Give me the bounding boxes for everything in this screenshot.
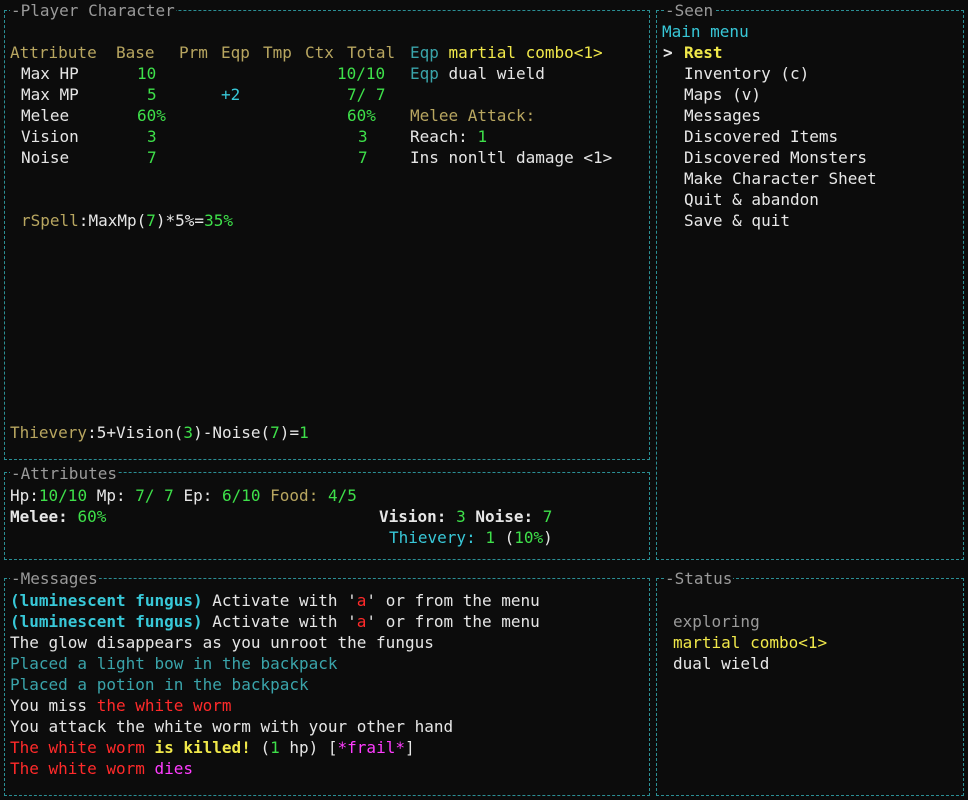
row-name: Melee (21, 106, 70, 125)
row-total: 10/10 (337, 64, 386, 83)
equip-line: Eqp dual wield (410, 64, 545, 83)
row-name: Max MP (21, 85, 79, 104)
header-ctx: Ctx (305, 43, 334, 62)
header-eqp: Eqp (221, 43, 250, 62)
row-base: 5 (147, 85, 157, 104)
message-line: You miss the white worm (10, 696, 232, 715)
player-character-panel (4, 10, 650, 460)
row-name: Max HP (21, 64, 79, 83)
status-title: -Status (664, 568, 734, 589)
message-line: The white worm is killed! (1 hp) [*frail… (10, 738, 415, 757)
damage-line: Ins nonltl damage <1> (410, 148, 613, 167)
message-line: The white worm dies (10, 759, 194, 778)
player-character-title: -Player Character (10, 0, 176, 21)
seen-title: -Seen (664, 0, 715, 21)
status-martial-combo: martial combo<1> (673, 633, 828, 652)
messages-title: -Messages (10, 568, 99, 589)
menu-cursor-icon: > (663, 43, 673, 62)
message-line: (luminescent fungus) Activate with 'a' o… (10, 591, 540, 610)
attributes-title: -Attributes (10, 463, 118, 484)
row-name: Noise (21, 148, 70, 167)
menu-item-character-sheet[interactable]: Make Character Sheet (684, 168, 877, 189)
row-base: 60% (137, 106, 166, 125)
message-line: You attack the white worm with your othe… (10, 717, 454, 736)
vitals-line: Hp:10/10 Mp: 7/ 7 Ep: 6/10 Food: 4/5 (10, 486, 357, 505)
row-total: 3 (358, 127, 368, 146)
row-base: 3 (147, 127, 157, 146)
main-menu-title: Main menu (662, 22, 749, 41)
status-exploring: exploring (673, 612, 760, 631)
menu-item-messages[interactable]: Messages (684, 105, 761, 126)
row-name: Vision (21, 127, 79, 146)
header-total: Total (347, 43, 396, 62)
row-total: 7 (358, 148, 368, 167)
equip-line: Eqp martial combo<1> (410, 43, 603, 62)
header-attribute: Attribute (10, 43, 97, 62)
melee-line: Melee: 60% (10, 507, 107, 526)
message-line: The glow disappears as you unroot the fu… (10, 633, 434, 652)
header-base: Base (116, 43, 155, 62)
menu-item-discovered-monsters[interactable]: Discovered Monsters (684, 147, 867, 168)
header-tmp: Tmp (263, 43, 292, 62)
row-base: 7 (147, 148, 157, 167)
vision-noise-line: Vision: 3 Noise: 7 (379, 507, 553, 526)
row-base: 10 (137, 64, 157, 83)
row-eqp: +2 (221, 85, 241, 104)
row-total: 60% (347, 106, 376, 125)
message-line: (luminescent fungus) Activate with 'a' o… (10, 612, 540, 631)
menu-item-save-quit[interactable]: Save & quit (684, 210, 790, 231)
melee-attack-label: Melee Attack: (410, 106, 536, 125)
header-prm: Prm (179, 43, 208, 62)
reach-line: Reach: 1 (410, 127, 488, 146)
rspell-formula: rSpell:MaxMp(7)*5%=35% (21, 211, 233, 230)
message-line: Placed a light bow in the backpack (10, 654, 338, 673)
menu-item-inventory[interactable]: Inventory (c) (684, 63, 809, 84)
menu-item-rest[interactable]: Rest (684, 42, 723, 63)
menu-item-discovered-items[interactable]: Discovered Items (684, 126, 838, 147)
message-line: Placed a potion in the backpack (10, 675, 309, 694)
row-total: 7/ 7 (347, 85, 386, 104)
thievery-line: Thievery: 1 (10%) (389, 528, 553, 547)
menu-item-quit-abandon[interactable]: Quit & abandon (684, 189, 819, 210)
thievery-formula: Thievery:5+Vision(3)-Noise(7)=1 (10, 423, 309, 442)
status-dual-wield: dual wield (673, 654, 770, 673)
menu-item-maps[interactable]: Maps (v) (684, 84, 761, 105)
